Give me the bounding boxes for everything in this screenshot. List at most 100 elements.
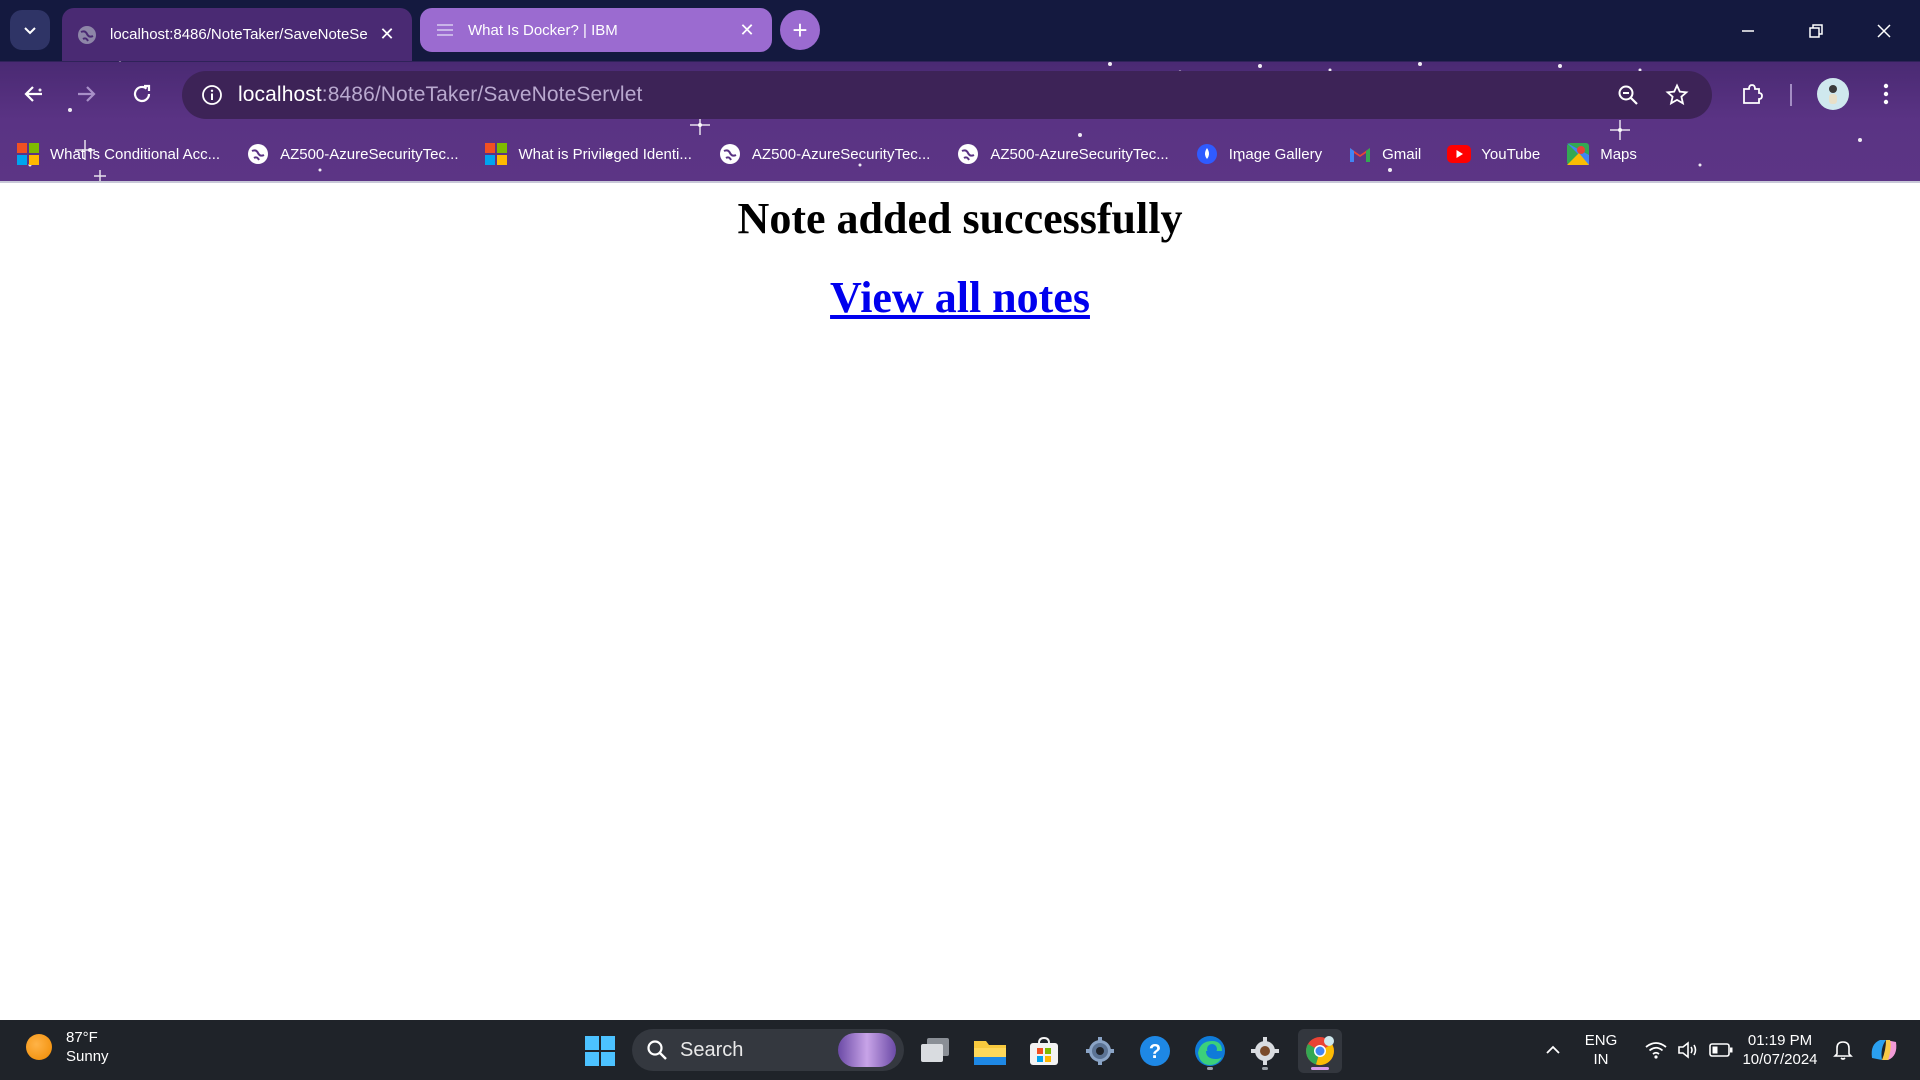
weather-widget[interactable]: 87°F Sunny [26,1028,109,1066]
close-window-button[interactable] [1850,0,1918,61]
bell-icon [1833,1041,1853,1060]
weather-condition: Sunny [66,1048,109,1065]
restore-icon [1809,23,1823,38]
bookmark-item[interactable]: Maps [1566,142,1637,166]
copilot-button[interactable] [1864,1020,1904,1080]
gear-icon [1086,1037,1114,1065]
address-bar[interactable]: localhost:8486/NoteTaker/SaveNoteServlet [182,71,1712,119]
image-gallery-icon [1195,142,1219,166]
bookmark-item[interactable]: AZ500-AzureSecurityTec... [956,142,1169,166]
bookmark-item[interactable]: What is Conditional Acc... [16,142,220,166]
bookmark-label: Image Gallery [1228,145,1323,163]
show-hidden-icons-button[interactable] [1538,1020,1568,1080]
running-indicator [1262,1067,1268,1070]
restore-button[interactable] [1782,0,1850,61]
maps-icon [1566,142,1590,166]
notifications-button[interactable] [1828,1020,1858,1080]
page-content: Note added successfully View all notes [0,183,1920,1020]
view-all-notes-link[interactable]: View all notes [830,273,1090,322]
address-path: :8486/NoteTaker/SaveNoteServlet [321,83,643,106]
close-icon[interactable]: ✕ [736,19,758,41]
store-icon [1030,1037,1058,1065]
edge-browser-button[interactable] [1188,1029,1232,1073]
chevron-down-icon [24,27,36,35]
view-notes-heading: View all notes [0,272,1920,323]
file-explorer-button[interactable] [968,1029,1012,1073]
bookmark-label: What is Conditional Acc... [50,145,221,163]
wifi-icon [1645,1042,1667,1059]
globe-icon [78,25,96,44]
bookmark-item[interactable]: What is Privileged Identi... [484,142,692,166]
get-help-button[interactable]: ? [1133,1029,1177,1073]
chevron-up-icon [1546,1045,1560,1054]
page-title: Note added successfully [737,194,1183,243]
reload-icon [133,84,151,103]
puzzle-icon [1743,84,1763,104]
youtube-icon [1447,142,1472,166]
windows-taskbar: 87°F Sunny Search ? ENG IN 01:19 PM 10/0… [0,1020,1920,1080]
bookmark-item[interactable]: Gmail [1348,142,1421,166]
search-icon [646,1039,668,1061]
browser-toolbar: localhost:8486/NoteTaker/SaveNoteServlet [0,61,1920,127]
bookmark-item[interactable]: AZ500-AzureSecurityTec... [718,142,930,166]
start-button[interactable] [578,1029,622,1073]
tab-title: localhost:8486/NoteTaker/SaveNoteSe [110,26,368,43]
toolbar-divider [1790,84,1792,106]
back-button[interactable] [14,74,54,114]
volume-icon [1678,1041,1697,1059]
new-tab-button[interactable]: + [780,10,820,50]
active-indicator [1311,1067,1329,1070]
arrow-left-icon [24,86,42,102]
tab-title: What Is Docker? | IBM [468,21,618,39]
bookmark-item[interactable]: AZ500-AzureSecurityTec... [246,142,458,166]
task-view-button[interactable] [914,1029,958,1073]
address-url: localhost:8486/NoteTaker/SaveNoteServlet [238,83,642,107]
minimize-button[interactable] [1714,0,1782,61]
sun-icon [26,1034,52,1060]
settings-gear-app-button[interactable] [1243,1029,1287,1073]
close-icon[interactable]: ✕ [376,24,398,46]
bookmark-label: Maps [1600,145,1637,163]
extensions-button[interactable] [1732,74,1772,114]
bookmark-label: Gmail [1382,145,1422,163]
microsoft-store-button[interactable] [1022,1029,1066,1073]
language-indicator[interactable]: ENG IN [1578,1020,1624,1080]
svg-text:?: ? [1149,1041,1161,1063]
bookmark-star-icon[interactable] [1661,79,1693,111]
minimize-icon [1742,29,1754,32]
quick-settings-button[interactable] [1634,1020,1744,1080]
cog-icon [1251,1037,1279,1065]
folder-icon [974,1041,1006,1065]
forward-button[interactable] [66,74,106,114]
task-view-icon [921,1038,949,1062]
search-highlight-image [838,1033,896,1067]
bookmark-label: AZ500-AzureSecurityTec... [280,145,459,163]
windows-logo-icon [585,1036,615,1066]
chrome-icon [1306,1036,1334,1066]
battery-icon [1709,1043,1733,1057]
edge-icon [1195,1036,1225,1066]
running-indicator [1207,1067,1213,1070]
browser-menu-button[interactable] [1866,74,1906,114]
tab-active[interactable]: localhost:8486/NoteTaker/SaveNoteSe ✕ [62,8,412,61]
chrome-app-button[interactable] [1298,1029,1342,1073]
bookmark-label: YouTube [1481,145,1541,163]
clock[interactable]: 01:19 PM 10/07/2024 [1736,1020,1824,1080]
language-line1: ENG [1584,1032,1618,1049]
bookmark-item[interactable]: Image Gallery [1195,142,1322,166]
settings-app-button[interactable] [1078,1029,1122,1073]
gmail-icon [1348,142,1372,166]
close-icon [1877,23,1891,38]
clock-date: 10/07/2024 [1742,1051,1818,1068]
reload-button[interactable] [122,74,162,114]
site-info-icon[interactable] [196,79,228,111]
tab-search-button[interactable] [10,10,50,50]
bookmark-item[interactable]: YouTube [1447,142,1540,166]
weather-temp: 87°F [66,1029,98,1046]
zoom-icon[interactable] [1612,79,1644,111]
browser-chrome: localhost:8486/NoteTaker/SaveNoteSe ✕ Wh… [0,0,1920,183]
taskbar-search[interactable]: Search [632,1029,904,1071]
profile-button[interactable] [1813,74,1853,114]
tab-inactive[interactable]: What Is Docker? | IBM ✕ [420,8,772,52]
bookmarks-bar: What is Conditional Acc... AZ500-AzureSe… [0,127,1920,181]
